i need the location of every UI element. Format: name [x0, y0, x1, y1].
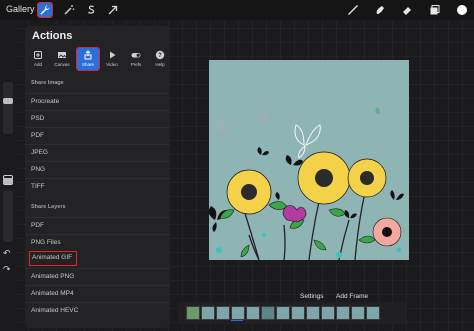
add-frame-button[interactable]: Add Frame: [336, 293, 368, 300]
sunflower-center: [297, 151, 351, 205]
undo-icon[interactable]: ↶: [3, 248, 11, 259]
frame-thumbnail[interactable]: [261, 306, 275, 320]
item-label: PNG Files: [31, 239, 61, 246]
brush-size-slider[interactable]: [3, 82, 13, 134]
frame-thumbnail[interactable]: [351, 306, 365, 320]
canvas-icon: [58, 52, 67, 58]
pink-flower: [372, 217, 402, 247]
frame-thumbnail[interactable]: [291, 306, 305, 320]
transform-arrow-icon[interactable]: [106, 3, 120, 17]
frame-thumbnail[interactable]: [306, 306, 320, 320]
share-layers-png-files[interactable]: PNG Files: [25, 234, 170, 251]
tab-label: Help: [155, 62, 165, 67]
tab-canvas[interactable]: Canvas: [51, 48, 73, 70]
item-label: JPEG: [31, 149, 48, 156]
frame-thumbnail[interactable]: [366, 306, 380, 320]
tab-help[interactable]: ? Help: [149, 48, 171, 70]
opacity-slider[interactable]: [3, 178, 13, 242]
item-label: Animated HEVC: [31, 307, 79, 314]
drawing-canvas[interactable]: [209, 60, 409, 260]
share-item-tiff[interactable]: TIFF: [25, 178, 170, 195]
item-label: PSD: [31, 115, 45, 122]
wrench-icon[interactable]: [37, 2, 53, 18]
butterfly-green: [375, 107, 380, 115]
animation-settings-button[interactable]: Settings: [300, 293, 324, 300]
tab-add[interactable]: Add: [27, 48, 49, 70]
add-icon: [34, 51, 42, 59]
opacity-knob[interactable]: [3, 178, 13, 184]
item-label: Procreate: [31, 98, 60, 105]
share-item-jpeg[interactable]: JPEG: [25, 144, 170, 161]
share-layers-header: Share Layers: [31, 204, 66, 210]
share-image-header: Share Image: [31, 80, 64, 86]
smudge-icon[interactable]: [373, 3, 387, 17]
eraser-icon[interactable]: [400, 3, 414, 17]
sunflower-right: [347, 158, 387, 198]
frame-thumbnail[interactable]: [201, 306, 215, 320]
artwork-illustration: [209, 107, 404, 260]
share-layers-animated-gif[interactable]: Animated GIF: [29, 251, 77, 266]
share-item-procreate[interactable]: Procreate: [25, 93, 170, 110]
help-icon: ?: [155, 50, 165, 60]
actions-panel: Actions Add Canvas Share Video Prefs ? H…: [25, 26, 170, 328]
frame-thumbnail[interactable]: [246, 306, 260, 320]
sidebar: ↶ ↷: [0, 20, 16, 331]
gallery-button[interactable]: Gallery: [6, 4, 35, 14]
item-label: Animated PNG: [31, 273, 75, 280]
frame-thumbnail[interactable]: [186, 306, 200, 320]
share-layers-animated-hevc[interactable]: Animated HEVC: [25, 302, 170, 319]
frame-thumbnail[interactable]: [231, 306, 245, 320]
purple-flower: [282, 205, 307, 223]
share-item-psd[interactable]: PSD: [25, 110, 170, 127]
item-label: PNG: [31, 166, 46, 173]
tab-label: Prefs: [130, 62, 142, 67]
item-label: PDF: [31, 132, 44, 139]
tab-prefs[interactable]: Prefs: [125, 48, 147, 70]
panel-title: Actions: [32, 30, 73, 42]
tab-label: Share: [81, 62, 94, 67]
frame-thumbnail[interactable]: [336, 306, 350, 320]
item-label: TIFF: [31, 183, 45, 190]
top-toolbar: Gallery: [0, 0, 474, 20]
frame-thumbnail[interactable]: [276, 306, 290, 320]
share-icon: [84, 50, 92, 60]
item-label: Animated MP4: [31, 290, 74, 297]
magic-wand-icon[interactable]: [62, 3, 76, 17]
video-icon: [110, 51, 116, 59]
tab-video[interactable]: Video: [101, 48, 123, 70]
brush-size-knob[interactable]: [3, 98, 13, 104]
layers-icon[interactable]: [428, 3, 442, 17]
sunflower-left: [226, 169, 272, 215]
share-layers-animated-mp4[interactable]: Animated MP4: [25, 285, 170, 302]
redo-icon[interactable]: ↷: [3, 264, 11, 275]
butterfly-faint: [216, 109, 270, 134]
frame-thumbnail[interactable]: [321, 306, 335, 320]
share-layers-pdf[interactable]: PDF: [25, 217, 170, 234]
actions-tabs: Add Canvas Share Video Prefs ? Help: [27, 47, 171, 71]
frame-thumbnail[interactable]: [216, 306, 230, 320]
share-item-png[interactable]: PNG: [25, 161, 170, 178]
frame-timeline: [178, 302, 406, 324]
share-item-pdf[interactable]: PDF: [25, 127, 170, 144]
tab-label: Add: [33, 62, 42, 67]
toggle-icon: [131, 53, 141, 58]
color-swatch-icon[interactable]: [455, 3, 469, 17]
share-layers-animated-png[interactable]: Animated PNG: [25, 268, 170, 285]
item-label: Animated GIF: [32, 254, 73, 261]
tab-label: Video: [106, 62, 118, 67]
svg-text:?: ?: [158, 53, 162, 59]
brush-icon[interactable]: [346, 3, 360, 17]
tab-label: Canvas: [54, 62, 70, 67]
tab-share[interactable]: Share: [76, 47, 100, 71]
item-label: PDF: [31, 222, 44, 229]
selection-s-icon[interactable]: [84, 3, 98, 17]
selected-frame-indicator: [231, 320, 243, 321]
